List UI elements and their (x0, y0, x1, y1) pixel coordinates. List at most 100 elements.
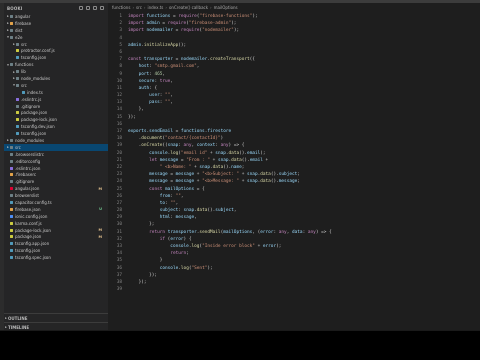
breadcrumb-item[interactable]: functions (112, 5, 130, 10)
code-line[interactable]: 19 .onCreate((snap: any, context: any) =… (108, 142, 480, 149)
file-icon (10, 187, 13, 191)
breadcrumb-item[interactable]: index.ts (148, 5, 164, 10)
tree-item[interactable]: ▸ node_modules (4, 75, 108, 82)
code-line[interactable]: 18 .document("contact/{contactId}") (108, 135, 480, 142)
code-line[interactable]: 32 if (error) { (108, 236, 480, 243)
code-line[interactable]: 27 to: "", (108, 200, 480, 207)
code-line[interactable]: 2 import admin = require("firebase-admin"… (108, 20, 480, 27)
new-folder-icon[interactable] (86, 6, 90, 10)
code-line[interactable]: 13 pass: "", (108, 99, 480, 106)
tree-item[interactable]: .eslintrc.json (4, 165, 108, 172)
code-line[interactable]: 15}); (108, 114, 480, 121)
code-line[interactable]: 24 message = message + "<b>Message: " + … (108, 178, 480, 185)
tree-item[interactable]: ▸ firebase (4, 20, 108, 27)
code-editor[interactable]: functions › src › index.ts › onCreate() callba… (108, 3, 480, 330)
code-line[interactable]: 5 admin.initializeApp(); (108, 42, 480, 49)
code-line[interactable]: 39 (108, 286, 480, 293)
tree-item[interactable]: protractor.conf.js (4, 47, 108, 54)
tree-item[interactable]: browserslist (4, 192, 108, 199)
tree-item[interactable]: package-lock.json (4, 116, 108, 123)
tree-item[interactable]: .gitignore (4, 103, 108, 110)
tree-item[interactable]: .eslintrc.js (4, 96, 108, 103)
tree-item[interactable]: tsconfig.json (4, 130, 108, 137)
code-line[interactable]: 3 import nodemailer = require("nodemailer… (108, 27, 480, 34)
code-line[interactable]: 21 let message = "From : " + snap.data()… (108, 157, 480, 164)
tree-item[interactable]: index.ts (4, 89, 108, 96)
collapse-all-icon[interactable] (100, 6, 104, 10)
code-line[interactable]: 38 }); (108, 279, 480, 286)
code-line[interactable]: 1 import functions = require("firebase-fu… (108, 13, 480, 20)
code-line[interactable]: 31 return transporter.sendMail(mailOptio… (108, 229, 480, 236)
refresh-icon[interactable] (93, 6, 97, 10)
line-number: 25 (116, 186, 122, 192)
tree-item[interactable]: tsconfig.json (4, 247, 108, 254)
tree-item[interactable]: .editorconfig (4, 158, 108, 165)
code-area[interactable]: 1 import functions = require("firebase-fu… (108, 13, 480, 293)
code-text: return transporter.sendMail(mailOptions,… (149, 229, 332, 235)
tree-item[interactable]: angular.json M (4, 185, 108, 192)
code-line[interactable]: 7 const transporter = nodemailer.createTr… (108, 56, 480, 63)
code-line[interactable]: 22 " <b>Name: " + snap.data().name; (108, 164, 480, 171)
code-line[interactable]: 34 return; (108, 250, 480, 257)
code-line[interactable]: 25 const mailOptions = { (108, 186, 480, 193)
tree-item[interactable]: package-lock.json M (4, 227, 108, 234)
code-line[interactable]: 4 (108, 35, 480, 42)
tree-item[interactable]: capacitor.config.ts (4, 199, 108, 206)
tree-item[interactable]: ionic.config.json (4, 213, 108, 220)
code-line[interactable]: 37 }); (108, 272, 480, 279)
code-line[interactable]: 9 port: 465, (108, 71, 480, 78)
code-line[interactable]: 14 }, (108, 106, 480, 113)
code-line[interactable]: 6 (108, 49, 480, 56)
folder-icon (16, 70, 19, 74)
tree-item[interactable]: ▸ dist (4, 27, 108, 34)
breadcrumb-item[interactable]: src (136, 5, 142, 10)
code-line[interactable]: 29 html: message, (108, 214, 480, 221)
tree-item[interactable]: package.json M (4, 234, 108, 241)
timeline-section[interactable]: ▸ TIMELINE (4, 322, 108, 330)
breadcrumb-item[interactable]: mailOptions (214, 5, 238, 10)
code-line[interactable]: 12 user: "", (108, 92, 480, 99)
breadcrumb-item[interactable]: onCreate() callback (169, 5, 208, 10)
code-line[interactable]: 11 auth: { (108, 85, 480, 92)
explorer-header: BOOKI (4, 3, 108, 13)
code-line[interactable]: 16 (108, 121, 480, 128)
outline-section[interactable]: ▸ OUTLINE (4, 313, 108, 322)
tree-item[interactable]: ▾ functions (4, 61, 108, 68)
code-line[interactable]: 23 message = message + "<b>Subject: " + … (108, 171, 480, 178)
tree-item[interactable]: karma.conf.js (4, 220, 108, 227)
code-line[interactable]: 35 } (108, 257, 480, 264)
tree-item[interactable]: tsconfig.app.json (4, 240, 108, 247)
tree-item[interactable]: package.json (4, 109, 108, 116)
code-line[interactable]: 28 subject: snap.data().subject, (108, 207, 480, 214)
code-line[interactable]: 36 console.log("Sent"); (108, 265, 480, 272)
tree-item[interactable]: ▸ src (4, 143, 108, 151)
file-icon (22, 90, 25, 94)
tree-item[interactable]: ▸ src (4, 41, 108, 48)
tree-item[interactable]: tsconfig.json (4, 54, 108, 61)
code-line[interactable]: 26 from: "", (108, 193, 480, 200)
code-text: const transporter = nodemailer.createTra… (128, 57, 255, 63)
code-line[interactable]: 33 console.log("Inside error block" + er… (108, 243, 480, 250)
explorer-actions (79, 6, 104, 10)
tree-item[interactable]: tsconfig.dev.json (4, 123, 108, 130)
line-number: 26 (116, 193, 122, 199)
tree-item[interactable]: .gitignore (4, 178, 108, 185)
tree-item[interactable]: ▾ src (4, 82, 108, 89)
new-file-icon[interactable] (79, 6, 83, 10)
tree-item[interactable]: ▾ e2e (4, 34, 108, 41)
explorer-sidebar: BOOKI ▸ angular ▸ firebase ▸ dist ▾ e2e ▸ src prot… (4, 3, 108, 330)
tree-item[interactable]: ▸ angular (4, 13, 108, 20)
line-number: 2 (119, 21, 122, 27)
code-line[interactable]: 30 }; (108, 221, 480, 228)
code-line[interactable]: 20 console.log("email id" + snap.data().… (108, 150, 480, 157)
tree-item[interactable]: .browserslistrc (4, 151, 108, 158)
git-status-badge: M (98, 228, 102, 233)
tree-item[interactable]: ▸ node_modules (4, 137, 108, 144)
tree-item[interactable]: tsconfig.spec.json (4, 254, 108, 261)
code-line[interactable]: 17 exports.sendEmail = functions.firestor… (108, 128, 480, 135)
tree-item[interactable]: ▸ lib (4, 68, 108, 75)
tree-item[interactable]: firebase.json U (4, 206, 108, 213)
code-line[interactable]: 8 host: "smtp.gmail.com", (108, 63, 480, 70)
code-line[interactable]: 10 secure: true, (108, 78, 480, 85)
tree-item[interactable]: .firebaserc (4, 171, 108, 178)
